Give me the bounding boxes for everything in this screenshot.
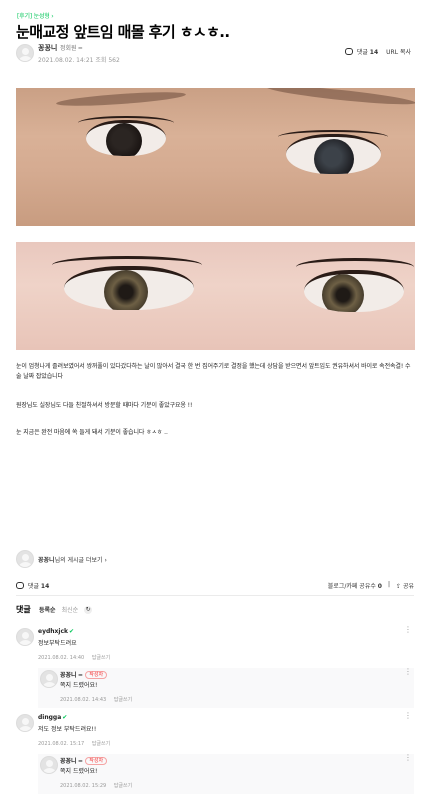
blog-share-divider: | [387,581,390,588]
post-meta: 2021.08.02. 14:21 조회 562 [38,55,120,64]
author-name[interactable]: 꽁꽁니 [38,43,57,53]
commenter-name: dingga [38,714,62,721]
top-actions: 댓글 14 URL 복사 [344,47,411,56]
post-paragraph-3: 눈 지금은 완전 마음에 쏙 들게 돼서 기분이 좋습니다 ㅎㅅㅎ .. [16,429,168,436]
author-grade: 정회원 ━ [60,45,83,52]
kebab-menu-icon[interactable]: ⋮ [404,668,412,676]
replier-name: 꽁꽁니 ━ [60,758,83,765]
replier-avatar[interactable] [40,756,58,774]
author-badge: 작성자 [85,671,108,679]
lash-right [278,130,388,144]
post-paragraph-2: 원장님도 실장님도 다들 친절하셔서 방문할 때마다 기분이 좋았구요옹 !! [16,402,193,409]
comment-item: dingga✔ 저도 정보 부탁드려요!! 2021.08.02. 15:17 … [16,712,414,752]
commenter-nick[interactable]: eydhxjck✔ [38,628,74,635]
blog-share-count: 블로그/카페 공유수 0 [328,581,382,590]
share-icon: ⇪ [396,583,402,590]
comment-sort: 등록순 최신순 ↻ [39,605,93,614]
reply-text: 쪽지 드렸어요! [60,682,98,689]
blog-share-label: 블로그/카페 공유수 [327,583,376,590]
category-breadcrumb[interactable]: [후기] 눈성형 › [17,11,54,20]
iris2-right [322,274,364,312]
replier-name: 꽁꽁니 ━ [60,672,83,679]
verified-check-icon: ✔ [62,714,68,721]
comment-text: 정보부탁드려요 [38,640,77,647]
commenter-name: eydhxjck [38,628,69,635]
more-posts-suffix: 님의 게시글 더보기 › [54,557,107,564]
lash2-right [296,258,414,276]
divider [16,595,414,596]
reply-button[interactable]: 답글쓰기 [92,655,110,661]
comment-label: 댓글 [356,49,368,56]
post-paragraph-1: 눈이 엄청나게 졸려보였어서 쌍꺼풀이 있다갔다하는 날이 많아서 결국 한 번… [16,363,411,380]
more-posts-avatar [16,550,34,568]
author-badge: 작성자 [85,757,108,765]
commenter-avatar[interactable] [16,714,34,732]
lash2-left [52,256,202,274]
replier-nick[interactable]: 꽁꽁니 ━ 작성자 [60,756,108,765]
author-avatar[interactable] [16,44,34,62]
reply-date: 2021.08.02. 14:43 [60,697,107,703]
reply-item: 꽁꽁니 ━ 작성자 쪽지 드렸어요! 2021.08.02. 15:29 답글쓰기… [38,754,414,794]
before-eye-photo[interactable] [16,88,415,226]
eye2-right [304,270,404,312]
post-title: 눈매교정 앞트임 매몰 후기 ㅎㅅㅎ.. [16,23,230,41]
iris2-left [104,270,148,310]
share-area: 블로그/카페 공유수 0 | ⇪ 공유 [328,581,414,590]
commenter-nick[interactable]: dingga✔ [38,714,67,721]
lash-left [78,116,174,130]
refresh-icon[interactable]: ↻ [84,605,93,614]
reply-button[interactable]: 답글쓰기 [92,741,110,747]
sort-registered[interactable]: 등록순 [39,605,56,614]
comment-meta: 2021.08.02. 14:40 답글쓰기 [38,654,116,661]
comment-item: eydhxjck✔ 정보부탁드려요 2021.08.02. 14:40 답글쓰기… [16,626,414,666]
comments-heading: 댓글 [16,605,31,614]
kebab-menu-icon[interactable]: ⋮ [404,626,412,634]
more-posts-text: 꽁꽁니님의 게시글 더보기 › [38,555,107,564]
sort-latest[interactable]: 최신순 [62,605,79,614]
brow-right [265,88,415,108]
kebab-menu-icon[interactable]: ⋮ [404,754,412,762]
share-button[interactable]: ⇪ 공유 [396,581,414,590]
comment-bubble-icon [344,48,353,55]
reply-meta: 2021.08.02. 15:29 답글쓰기 [60,782,138,789]
share-label: 공유 [402,583,414,590]
reply-text: 쪽지 드렸어요! [60,768,98,775]
comment-count: 14 [369,49,379,56]
comment-summary[interactable]: 댓글 14 [16,581,49,590]
action-bar: 댓글 14 블로그/카페 공유수 0 | ⇪ 공유 [16,580,414,592]
post-views: 조회 562 [95,57,120,64]
reply-button[interactable]: 답글쓰기 [114,783,132,789]
commenter-avatar[interactable] [16,628,34,646]
comment-date: 2021.08.02. 15:17 [38,741,85,747]
iris-right [314,139,354,174]
after-eye-photo[interactable] [16,242,415,350]
blog-share-value: 0 [377,583,382,590]
reply-item: 꽁꽁니 ━ 작성자 쪽지 드렸어요! 2021.08.02. 14:43 답글쓰기… [38,668,414,708]
comment-meta: 2021.08.02. 15:17 답글쓰기 [38,740,116,747]
brow-left [55,89,187,109]
kebab-menu-icon[interactable]: ⋮ [404,712,412,720]
comment-text: 저도 정보 부탁드려요!! [38,726,97,733]
replier-nick[interactable]: 꽁꽁니 ━ 작성자 [60,670,108,679]
verified-check-icon: ✔ [69,628,75,635]
comment-bubble-icon [16,582,24,589]
more-posts-author: 꽁꽁니 [38,557,55,564]
reply-meta: 2021.08.02. 14:43 답글쓰기 [60,696,138,703]
post-date: 2021.08.02. 14:21 [38,57,94,64]
author-row: 꽁꽁니 정회원 ━ 2021.08.02. 14:21 조회 562 댓글 14… [16,43,411,65]
comment-date: 2021.08.02. 14:40 [38,655,85,661]
reply-button[interactable]: 답글쓰기 [114,697,132,703]
comment-toggle[interactable]: 댓글 14 [344,47,379,56]
replier-avatar[interactable] [40,670,58,688]
reply-date: 2021.08.02. 15:29 [60,783,107,789]
comment-summary-label: 댓글 [27,583,39,590]
url-copy-button[interactable]: URL 복사 [386,47,411,56]
comment-summary-count: 14 [40,583,50,590]
